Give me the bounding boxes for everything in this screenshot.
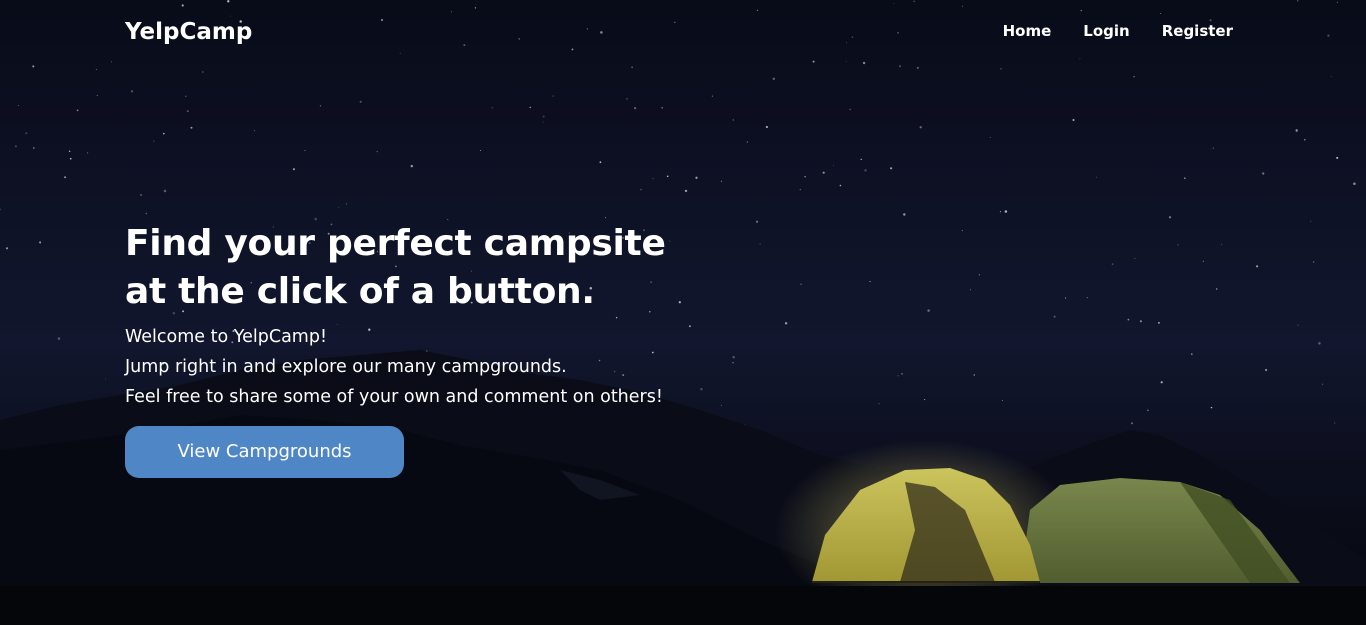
nav-home-link[interactable]: Home bbox=[1003, 22, 1052, 40]
hero-section: Find your perfect campsite at the click … bbox=[125, 220, 745, 478]
hero-welcome-text: Welcome to YelpCamp! bbox=[125, 327, 327, 347]
hero-explore-text: Jump right in and explore our many campg… bbox=[125, 357, 567, 377]
nav-register-link[interactable]: Register bbox=[1162, 22, 1233, 40]
nav-links: Home Login Register bbox=[1003, 22, 1233, 40]
landing-page: YelpCamp Home Login Register Find your p… bbox=[0, 0, 1366, 625]
hero-share-text: Feel free to share some of your own and … bbox=[125, 387, 663, 407]
nav-login-link[interactable]: Login bbox=[1083, 22, 1129, 40]
brand-logo-link[interactable]: YelpCamp bbox=[125, 19, 252, 45]
view-campgrounds-button[interactable]: View Campgrounds bbox=[125, 426, 404, 478]
hero-description: Welcome to YelpCamp! Jump right in and e… bbox=[125, 322, 745, 412]
hero-title-line-1: Find your perfect campsite bbox=[125, 223, 666, 264]
hero-title: Find your perfect campsite at the click … bbox=[125, 220, 745, 316]
navbar: YelpCamp Home Login Register bbox=[0, 0, 1366, 70]
hero-title-line-2: at the click of a button. bbox=[125, 271, 595, 312]
